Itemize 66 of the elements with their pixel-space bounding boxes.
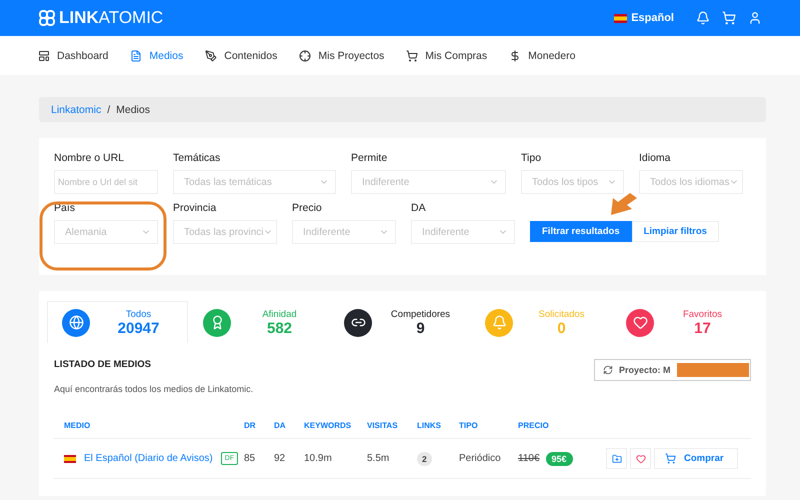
links-count: 2	[417, 452, 432, 466]
table-cell-text: Periódico	[459, 453, 502, 464]
input-field[interactable]: Nombre o Url del sit	[54, 170, 158, 194]
field-label: Temáticas	[173, 152, 222, 164]
logo-icon	[38, 9, 56, 27]
breadcrumb-separator: /	[107, 104, 110, 116]
column-header: PRECIO	[518, 421, 550, 430]
field-label: DA	[411, 202, 427, 214]
column-header: MEDIO	[64, 421, 92, 430]
field-label: Idioma	[639, 152, 672, 164]
folder-plus-icon	[612, 454, 622, 464]
stat-tab[interactable]: Afinidad 582	[188, 301, 329, 343]
stat-tab[interactable]: Competidores 9	[329, 301, 470, 343]
column-header: DA	[274, 421, 287, 430]
table-cell-text: 10.9m	[304, 453, 333, 464]
price: 95€	[546, 452, 573, 466]
column-header: TIPO	[459, 421, 479, 430]
breadcrumb-current: Medios	[116, 104, 150, 116]
flag-icon	[64, 454, 76, 462]
refresh-icon	[603, 365, 613, 375]
table-cell-text: 5.5m	[367, 453, 390, 464]
column-header: LINKS	[417, 421, 442, 430]
field-label: Permite	[351, 152, 388, 164]
project-button[interactable]: Proyecto: M	[594, 359, 751, 381]
stat-tab[interactable]: Todos 20947	[47, 301, 188, 343]
section-title: LISTADO DE MEDIOS	[54, 359, 152, 370]
nav-tab[interactable]: Dashboard	[38, 50, 108, 62]
cart-icon	[406, 50, 418, 62]
nav-tab[interactable]: Contenidos	[205, 50, 278, 62]
crosshair-icon	[299, 50, 312, 62]
buy-button[interactable]: Comprar	[654, 448, 738, 469]
column-header: VISITAS	[367, 421, 399, 430]
dollar-icon	[509, 50, 522, 62]
table-cell-text: 92	[274, 453, 286, 464]
notification-bell-icon[interactable]	[696, 11, 710, 25]
layout-icon	[38, 50, 50, 62]
field-label: Nombre o URL	[54, 152, 126, 164]
field-label: Tipo	[521, 152, 542, 164]
logo[interactable]: LINKATOMIC	[38, 8, 164, 28]
nav-tab[interactable]: Monedero	[509, 50, 576, 62]
filter-button[interactable]: Filtrar resultados	[530, 221, 632, 242]
stat-tab[interactable]: Favoritos 17	[611, 301, 752, 343]
add-folder-button[interactable]	[606, 448, 627, 469]
arrow-drawing	[609, 193, 637, 215]
heart-icon	[636, 454, 646, 464]
column-header: DR	[244, 421, 257, 430]
table-cell-text: 85	[244, 453, 256, 464]
flag-icon	[614, 14, 628, 22]
favorite-button[interactable]	[630, 448, 651, 469]
field-label: Provincia	[173, 202, 218, 214]
user-icon[interactable]	[748, 11, 762, 25]
section-subtitle: Aquí encontrarás todos los medios de Linkatomic.	[54, 384, 254, 394]
column-header: KEYWORDS	[304, 421, 352, 430]
pen-icon	[205, 50, 218, 62]
old-price: 110€	[518, 453, 540, 464]
language-selector[interactable]: Español	[631, 12, 674, 24]
document-icon	[130, 50, 142, 62]
clear-button[interactable]: Limpiar filtros	[632, 221, 719, 242]
nav-tab[interactable]: Mis Proyectos	[299, 50, 384, 62]
nav-tab[interactable]: Mis Compras	[406, 50, 488, 62]
cart-icon	[665, 453, 676, 464]
breadcrumb-link[interactable]: Linkatomic	[51, 104, 102, 116]
media-link[interactable]: El Español (Diario de Avisos)	[84, 453, 213, 464]
nav-tab[interactable]: Medios	[130, 50, 184, 62]
field-label: Precio	[292, 202, 323, 214]
cart-icon[interactable]	[722, 11, 736, 25]
